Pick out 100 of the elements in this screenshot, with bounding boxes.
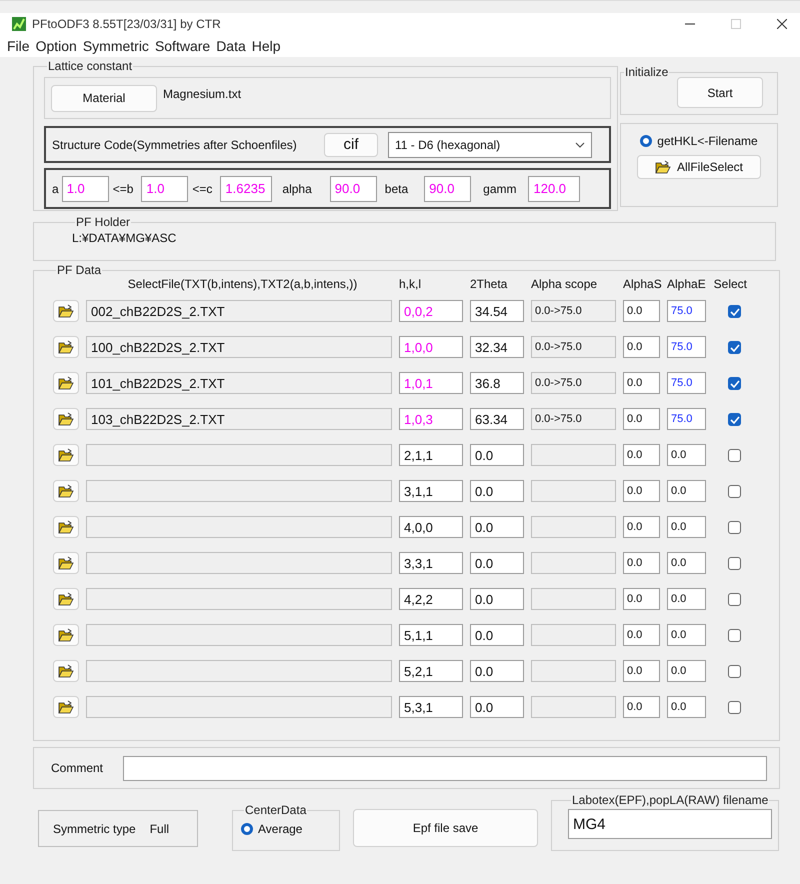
input-field[interactable]: 75.0 xyxy=(667,300,706,322)
input-field[interactable]: 0.0 xyxy=(623,660,660,682)
input-field[interactable]: 0.0 xyxy=(623,552,660,574)
input-field[interactable]: 4,0,0 xyxy=(399,516,463,538)
input-field[interactable]: 32.34 xyxy=(470,336,524,358)
file-field[interactable] xyxy=(86,660,392,682)
checkbox[interactable] xyxy=(728,340,741,354)
radio-button[interactable] xyxy=(241,823,253,835)
input-field[interactable]: 0.0 xyxy=(470,588,524,610)
input-field[interactable]: 75.0 xyxy=(667,372,706,394)
input-field[interactable]: 1,0,1 xyxy=(399,372,463,394)
input-field[interactable]: 0.0 xyxy=(623,300,660,322)
input-field[interactable]: 0.0 xyxy=(667,660,706,682)
file-field[interactable] xyxy=(86,624,392,646)
checkbox[interactable] xyxy=(728,520,741,534)
close-button[interactable] xyxy=(776,18,788,30)
input-field[interactable]: 0.0 xyxy=(623,696,660,718)
checkbox[interactable] xyxy=(728,376,741,390)
input-field[interactable]: 90.0 xyxy=(424,176,472,202)
open-file-button[interactable] xyxy=(53,588,79,610)
open-file-button[interactable] xyxy=(53,660,79,682)
input-field[interactable]: 0.0 xyxy=(667,480,706,502)
start-button[interactable]: Start xyxy=(677,77,763,108)
checkbox[interactable] xyxy=(728,592,741,606)
file-field[interactable] xyxy=(86,588,392,610)
input-field[interactable]: 0.0 xyxy=(470,552,524,574)
input-field[interactable]: 0.0 xyxy=(623,444,660,466)
scope-field[interactable] xyxy=(531,516,616,538)
input-field[interactable]: 1,0,0 xyxy=(399,336,463,358)
input-field[interactable]: 90.0 xyxy=(330,176,377,202)
checkbox[interactable] xyxy=(728,628,741,642)
input-field[interactable]: 0.0 xyxy=(623,516,660,538)
structure-dropdown[interactable]: 11 - D6 (hexagonal) xyxy=(388,132,592,158)
all-file-select-button[interactable]: AllFileSelect xyxy=(637,155,761,179)
input-field[interactable]: 2,1,1 xyxy=(399,444,463,466)
scope-field[interactable] xyxy=(531,624,616,646)
input-field[interactable]: 0.0 xyxy=(470,696,524,718)
input-field[interactable]: 1.6235 xyxy=(220,176,272,202)
radio-button[interactable] xyxy=(640,135,652,147)
input-field[interactable]: 36.8 xyxy=(470,372,524,394)
input-field[interactable]: 34.54 xyxy=(470,300,524,322)
menu-item[interactable]: Data xyxy=(213,38,249,54)
menu-item[interactable]: Help xyxy=(248,38,284,54)
scope-field[interactable] xyxy=(531,552,616,574)
input-field[interactable]: MG4 xyxy=(568,809,772,839)
input-field[interactable]: 1.0 xyxy=(141,176,188,202)
input-field[interactable]: 63.34 xyxy=(470,408,524,430)
input-field[interactable]: 0.0 xyxy=(667,588,706,610)
open-file-button[interactable] xyxy=(53,336,79,358)
open-file-button[interactable] xyxy=(53,300,79,322)
input-field[interactable]: 0.0 xyxy=(623,408,660,430)
input-field[interactable]: 0.0 xyxy=(470,444,524,466)
menu-item[interactable]: File xyxy=(4,38,33,54)
average-radio[interactable]: Average xyxy=(241,822,339,836)
file-field[interactable]: 100_chB22D2S_2.TXT xyxy=(86,336,392,358)
open-file-button[interactable] xyxy=(53,696,79,718)
open-file-button[interactable] xyxy=(53,552,79,574)
input-field[interactable]: 0.0 xyxy=(470,624,524,646)
save-button[interactable]: Epf file save xyxy=(353,809,538,847)
scope-field[interactable] xyxy=(531,660,616,682)
scope-field[interactable]: 0.0->75.0 xyxy=(531,372,616,394)
input-field[interactable]: 0.0 xyxy=(623,336,660,358)
scope-field[interactable] xyxy=(531,444,616,466)
input-field[interactable]: 0.0 xyxy=(667,516,706,538)
file-field[interactable] xyxy=(86,480,392,502)
menu-item[interactable]: Symmetric xyxy=(80,38,152,54)
hkl-source-radio[interactable]: getHKL<-Filename xyxy=(640,134,758,148)
checkbox[interactable] xyxy=(728,700,741,714)
checkbox[interactable] xyxy=(728,664,741,678)
material-button[interactable]: Material xyxy=(51,84,157,112)
open-file-button[interactable] xyxy=(53,372,79,394)
input-field[interactable]: 0.0 xyxy=(470,660,524,682)
scope-field[interactable]: 0.0->75.0 xyxy=(531,336,616,358)
checkbox[interactable] xyxy=(728,412,741,426)
open-file-button[interactable] xyxy=(53,624,79,646)
menu-item[interactable]: Software xyxy=(152,38,214,54)
input-field[interactable]: 5,2,1 xyxy=(399,660,463,682)
open-file-button[interactable] xyxy=(53,408,79,430)
open-file-button[interactable] xyxy=(53,480,79,502)
scope-field[interactable]: 0.0->75.0 xyxy=(531,408,616,430)
input-field[interactable]: 0.0 xyxy=(623,480,660,502)
file-field[interactable] xyxy=(86,444,392,466)
input-field[interactable]: 3,3,1 xyxy=(399,552,463,574)
open-file-button[interactable] xyxy=(53,516,79,538)
input-field[interactable]: 0,0,2 xyxy=(399,300,463,322)
input-field[interactable]: 0.0 xyxy=(623,588,660,610)
scope-field[interactable] xyxy=(531,480,616,502)
input-field[interactable]: 0.0 xyxy=(667,552,706,574)
checkbox[interactable] xyxy=(728,448,741,462)
input-field[interactable]: 0.0 xyxy=(470,516,524,538)
checkbox[interactable] xyxy=(728,484,741,498)
input-field[interactable]: 75.0 xyxy=(667,336,706,358)
input-field[interactable]: 3,1,1 xyxy=(399,480,463,502)
input-field[interactable]: 75.0 xyxy=(667,408,706,430)
input-field[interactable]: 5,3,1 xyxy=(399,696,463,718)
open-file-button[interactable] xyxy=(53,444,79,466)
comment-field[interactable] xyxy=(123,756,768,780)
input-field[interactable]: 120.0 xyxy=(528,176,580,202)
input-field[interactable]: 0.0 xyxy=(623,372,660,394)
scope-field[interactable] xyxy=(531,696,616,718)
